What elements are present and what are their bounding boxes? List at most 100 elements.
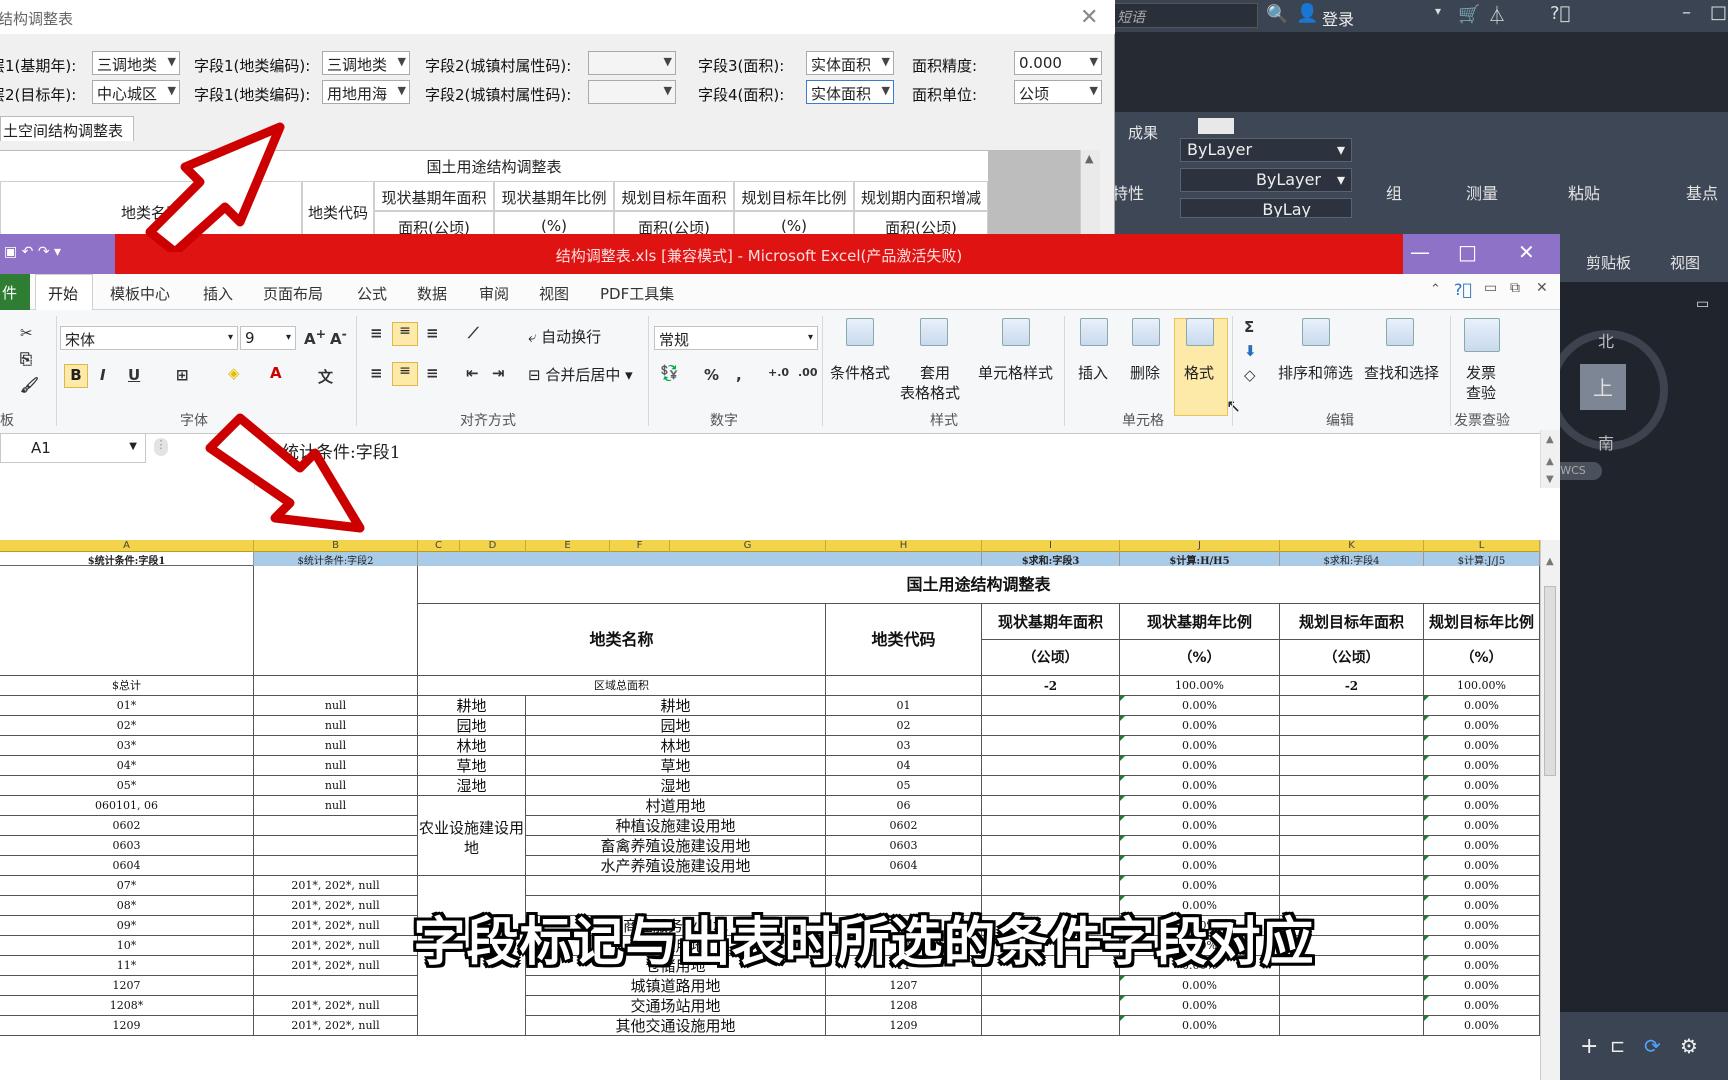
row-15-name[interactable]: 交通场站用地 [526, 996, 826, 1016]
unit-base-ratio[interactable]: （%） [1120, 640, 1280, 676]
user-icon[interactable]: 👤 [1296, 3, 1318, 24]
row-14-a[interactable]: 1207 [0, 976, 254, 996]
row-9-a[interactable]: 07* [0, 876, 254, 896]
row-2-l[interactable]: 0.00% [1424, 736, 1540, 756]
maximize-icon[interactable]: □ [1710, 2, 1727, 23]
header-land-code[interactable]: 地类代码 [826, 604, 982, 676]
row-16-a[interactable]: 1209 [0, 1016, 254, 1036]
total-h[interactable] [826, 676, 982, 696]
col-header-l[interactable]: L [1424, 540, 1540, 552]
viewcube-top[interactable]: 上 [1580, 364, 1626, 410]
cut-icon[interactable]: ✂ [20, 324, 33, 342]
col-header-i[interactable]: I [982, 540, 1120, 552]
row-2-j[interactable]: 0.00% [1120, 736, 1280, 756]
row-3-i[interactable] [982, 756, 1120, 776]
workspace-icon[interactable]: ⚙ [1680, 1034, 1698, 1058]
row-5-a[interactable]: 060101, 06 [0, 796, 254, 816]
row-7-a[interactable]: 0603 [0, 836, 254, 856]
decrease-decimal-icon[interactable]: .00 [798, 366, 818, 379]
total-l[interactable]: 100.00% [1424, 676, 1540, 696]
col-header-g[interactable]: G [670, 540, 826, 552]
row-5-b[interactable]: null [254, 796, 418, 816]
unit-combo[interactable]: 公顷 ▼ [1014, 80, 1102, 104]
number-format-box[interactable]: 常规 ▾ [654, 326, 818, 350]
row-2-k[interactable] [1280, 736, 1424, 756]
row-0-code[interactable]: 01 [826, 696, 982, 716]
row-0-j[interactable]: 0.00% [1120, 696, 1280, 716]
lineweight-dropdown[interactable]: ByLay [1180, 198, 1352, 218]
field3-combo[interactable]: 实体面积 ▼ [806, 51, 894, 75]
dialog-scrollbar[interactable]: ▲ [1080, 150, 1100, 240]
fill-color-icon[interactable]: ◈ [228, 364, 240, 382]
row-8-j[interactable]: 0.00% [1120, 856, 1280, 876]
minimize-icon[interactable]: — [1410, 240, 1430, 264]
increase-decimal-icon[interactable]: +.0 [768, 366, 789, 379]
quick-access-icons[interactable]: ▣ ↶ ↷ ▾ [4, 244, 61, 260]
header-target-ratio[interactable]: 规划目标年比例 [1424, 604, 1540, 640]
row-15-code[interactable]: 1208 [826, 996, 982, 1016]
row-9-i[interactable] [982, 876, 1120, 896]
row-15-j[interactable]: 0.00% [1120, 996, 1280, 1016]
marker-l[interactable]: $计算:J/J5 [1424, 552, 1540, 566]
close-icon[interactable]: ✕ [1080, 5, 1098, 30]
row-9-code[interactable] [826, 876, 982, 896]
row-15-l[interactable]: 0.00% [1424, 996, 1540, 1016]
header-target-area[interactable]: 规划目标年面积 [1280, 604, 1424, 640]
font-color-icon[interactable]: A [270, 364, 282, 382]
col-header-h[interactable]: H [826, 540, 982, 552]
header-land-name[interactable]: 地类名称 [418, 604, 826, 676]
sheet-vertical-scrollbar[interactable]: ▲ [1540, 540, 1560, 1080]
row-8-i[interactable] [982, 856, 1120, 876]
unit-base-area[interactable]: （公顷） [982, 640, 1120, 676]
col-header-a[interactable]: A [0, 540, 254, 552]
measure-button[interactable]: 测量 [1466, 180, 1498, 204]
row-6-j[interactable]: 0.00% [1120, 816, 1280, 836]
row-9-j[interactable]: 0.00% [1120, 876, 1280, 896]
col-header-f[interactable]: F [610, 540, 670, 552]
copy-icon[interactable]: ⎘ [20, 350, 32, 368]
layer2-combo[interactable]: 中心城区 ▼ [92, 80, 180, 104]
row-1-code[interactable]: 02 [826, 716, 982, 736]
tab-home[interactable]: 开始 [35, 274, 93, 311]
row-2-b[interactable]: null [254, 736, 418, 756]
shrink-font-icon[interactable]: A- [330, 326, 347, 348]
row-8-code[interactable]: 0604 [826, 856, 982, 876]
borders-icon[interactable]: ⊞ [176, 366, 189, 384]
row-8-k[interactable] [1280, 856, 1424, 876]
row-5-k[interactable] [1280, 796, 1424, 816]
col-header-e[interactable]: E [526, 540, 610, 552]
row-7-name[interactable]: 畜禽养殖设施建设用地 [526, 836, 826, 856]
row-14-k[interactable] [1280, 976, 1424, 996]
row-4-category[interactable]: 湿地 [418, 776, 526, 796]
insert-button[interactable]: 插入 [1078, 362, 1108, 383]
doc-minimize-icon[interactable]: ▭ [1484, 280, 1497, 296]
formula-bar-scroll[interactable]: ▲ ▲ ▼ [1540, 430, 1560, 488]
row-4-a[interactable]: 05* [0, 776, 254, 796]
align-top-icon[interactable]: ≡ [370, 324, 383, 342]
tab-review[interactable]: 审阅 [479, 283, 509, 304]
doc-close-icon[interactable]: ✕ [1536, 280, 1548, 296]
triangle-icon[interactable]: ⏃ [1488, 2, 1506, 28]
field2-target-combo[interactable]: ▼ [588, 80, 676, 104]
underline-button[interactable]: U [128, 366, 140, 384]
row-1-category[interactable]: 园地 [418, 716, 526, 736]
orientation-icon[interactable]: ⟋ [468, 324, 479, 342]
invoice-button-2[interactable]: 查验 [1466, 382, 1496, 403]
row-6-l[interactable]: 0.00% [1424, 816, 1540, 836]
row-14-b[interactable] [254, 976, 418, 996]
row-2-category[interactable]: 林地 [418, 736, 526, 756]
field1-target-combo[interactable]: 用地用海 ▼ [322, 80, 410, 104]
row-7-l[interactable]: 0.00% [1424, 836, 1540, 856]
conditional-format-button[interactable]: 条件格式 [830, 362, 890, 383]
row-15-k[interactable] [1280, 996, 1424, 1016]
align-bottom-icon[interactable]: ≡ [426, 324, 439, 342]
row-7-k[interactable] [1280, 836, 1424, 856]
clear-icon[interactable]: ◇ [1244, 366, 1256, 384]
row-14-name[interactable]: 城镇道路用地 [526, 976, 826, 996]
total-a[interactable]: $总计 [0, 676, 254, 696]
row-2-i[interactable] [982, 736, 1120, 756]
merged-ag-category[interactable]: 农业设施建设用地 [418, 796, 526, 876]
row-2-name[interactable]: 林地 [526, 736, 826, 756]
row-6-i[interactable] [982, 816, 1120, 836]
sort-filter-button[interactable]: 排序和筛选 [1278, 362, 1353, 383]
